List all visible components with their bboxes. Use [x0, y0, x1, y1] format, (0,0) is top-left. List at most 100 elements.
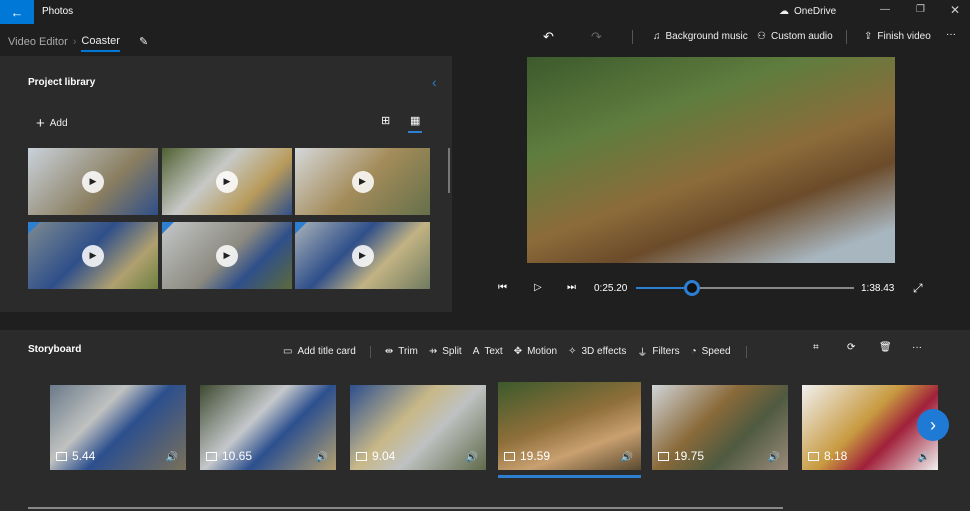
library-thumbnail[interactable]: ▶	[295, 148, 430, 215]
tool-3d-effects[interactable]: ✧ 3D effects	[568, 346, 626, 357]
tool-icon: ⇸	[428, 346, 438, 357]
total-time: 1:38.43	[861, 283, 895, 294]
tool-split[interactable]: ⇸ Split	[429, 346, 462, 357]
play-icon: ▶	[351, 170, 374, 193]
play-icon: ▶	[216, 244, 238, 267]
clip-duration: 19.75	[674, 449, 705, 463]
speaker-icon[interactable]: 🔊	[768, 452, 780, 463]
resize-button[interactable]: ⌗	[813, 342, 819, 353]
library-thumbnail[interactable]: ▶	[28, 222, 158, 289]
play-icon: ▶	[82, 170, 104, 193]
added-marker-icon	[162, 222, 174, 234]
cloud-icon: ☁	[779, 6, 789, 17]
tool-icon: ✧	[568, 346, 577, 357]
tool-icon: ✥	[513, 346, 523, 357]
tool-motion[interactable]: ✥ Motion	[514, 346, 557, 357]
library-scrollbar[interactable]	[448, 148, 450, 193]
speaker-icon[interactable]: 🔊	[621, 452, 633, 463]
clip-duration: 9.04	[372, 449, 396, 463]
clip-duration: 5.44	[72, 449, 96, 463]
music-note-icon: ♫	[653, 31, 661, 42]
collapse-library-button[interactable]: ‹	[432, 74, 437, 90]
duration-icon	[206, 451, 217, 461]
finish-video-button[interactable]: ⇪ Finish video	[864, 31, 931, 42]
speaker-icon[interactable]: 🔊	[316, 452, 328, 463]
person-audio-icon: ⚇	[757, 31, 766, 42]
library-title: Project library	[28, 77, 96, 88]
clip-duration: 8.18	[824, 449, 848, 463]
tool-icon: ⏚	[637, 348, 648, 359]
library-thumbnail[interactable]: ▶	[162, 222, 292, 289]
tool-speed[interactable]: ◔ Speed	[691, 346, 731, 357]
play-icon: ▶	[82, 244, 104, 267]
add-media-button[interactable]: + Add	[36, 115, 68, 132]
small-grid-view-button[interactable]: ▦	[408, 114, 423, 133]
previous-frame-button[interactable]: ⏮	[498, 282, 507, 293]
tool-icon: A	[472, 346, 480, 357]
speaker-icon[interactable]: 🔊	[166, 452, 178, 463]
selected-clip-indicator	[498, 475, 641, 478]
duration-icon	[356, 451, 367, 461]
next-frame-button[interactable]: ⏭	[567, 282, 576, 293]
scroll-right-button[interactable]: ›	[917, 409, 949, 441]
fullscreen-button[interactable]: ⤢	[913, 281, 923, 296]
added-marker-icon	[295, 222, 307, 234]
delete-button[interactable]: 🗑	[879, 342, 892, 353]
storyboard-clip[interactable]: 10.65 🔊	[200, 385, 336, 470]
tool-icon: ▭	[283, 346, 293, 357]
minimize-button[interactable]: —	[880, 4, 890, 15]
speaker-icon[interactable]: 🔊	[918, 452, 930, 463]
share-icon: ⇪	[864, 31, 873, 42]
storyboard-clip[interactable]: 5.44 🔊	[50, 385, 186, 470]
storyboard-clip[interactable]: 19.59 🔊	[498, 382, 641, 470]
storyboard-clip[interactable]: 9.04 🔊	[350, 385, 486, 470]
duration-icon	[658, 451, 669, 461]
tool-filters[interactable]: ⏚ Filters	[637, 344, 679, 359]
more-storyboard-options[interactable]: ···	[912, 342, 922, 353]
plus-icon: +	[36, 115, 45, 132]
duration-icon	[56, 451, 67, 461]
redo-button[interactable]: ↷	[591, 29, 602, 45]
seek-handle[interactable]	[683, 280, 700, 296]
duration-icon	[808, 451, 819, 461]
storyboard-scrollbar[interactable]	[28, 507, 783, 509]
more-options-button[interactable]: ···	[946, 29, 956, 40]
breadcrumb-video-editor[interactable]: Video Editor	[8, 36, 68, 48]
play-button[interactable]: ▷	[534, 282, 542, 293]
library-thumbnail[interactable]: ▶	[295, 222, 430, 289]
library-thumbnail[interactable]: ▶	[162, 148, 292, 215]
rotate-button[interactable]: ⟳	[847, 342, 855, 353]
tool-trim[interactable]: ⇹ Trim	[385, 346, 418, 357]
edit-pencil-icon[interactable]: ✎	[139, 35, 148, 48]
clip-duration: 19.59	[520, 449, 551, 463]
back-button[interactable]: ←	[0, 0, 34, 24]
library-thumbnail[interactable]: ▶	[28, 148, 158, 215]
storyboard-title: Storyboard	[28, 344, 82, 355]
storyboard-clip[interactable]: 19.75 🔊	[652, 385, 788, 470]
app-title: Photos	[42, 6, 74, 17]
tool-text[interactable]: A Text	[473, 346, 503, 357]
undo-button[interactable]: ↶	[543, 29, 554, 45]
chevron-right-icon: ›	[72, 35, 77, 48]
project-library-panel: Project library ‹ + Add ⊞ ▦ ▶ ▶ ▶ ▶ ▶ ▶	[0, 56, 452, 312]
video-preview	[527, 57, 895, 263]
tool-icon: ◔	[690, 346, 697, 357]
current-time: 0:25.20	[594, 283, 628, 294]
tool-add-title-card[interactable]: ▭ Add title card	[283, 346, 356, 357]
large-grid-view-button[interactable]: ⊞	[381, 114, 390, 127]
close-button[interactable]: ✕	[950, 3, 960, 17]
tool-icon: ⇹	[384, 346, 394, 357]
onedrive-status[interactable]: ☁ OneDrive	[779, 6, 836, 17]
play-icon: ▶	[216, 170, 238, 193]
custom-audio-button[interactable]: ⚇ Custom audio	[757, 31, 833, 42]
duration-icon	[504, 451, 515, 461]
background-music-button[interactable]: ♫ Background music	[653, 31, 748, 42]
seek-bar[interactable]	[636, 280, 854, 296]
clip-duration: 10.65	[222, 449, 253, 463]
back-arrow-icon: ←	[10, 4, 24, 20]
speaker-icon[interactable]: 🔊	[466, 452, 478, 463]
play-icon: ▶	[351, 244, 374, 267]
maximize-button[interactable]: ❐	[916, 4, 925, 15]
added-marker-icon	[28, 222, 40, 234]
project-name[interactable]: Coaster	[81, 35, 120, 52]
